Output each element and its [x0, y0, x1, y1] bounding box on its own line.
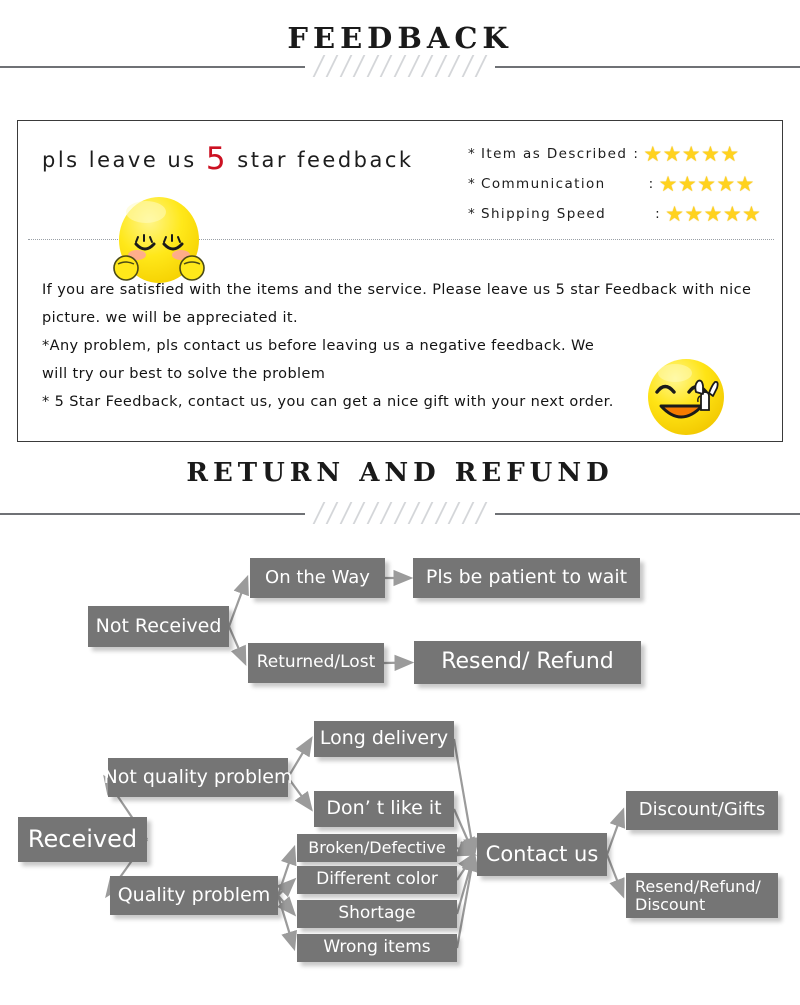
- star-icon: ★: [701, 142, 722, 166]
- divider-rule-right: [495, 66, 800, 68]
- divider-rule-right: [495, 513, 800, 515]
- divider-rule-left: [0, 513, 305, 515]
- rating-row: * Communication : ★ ★ ★ ★ ★: [468, 169, 778, 199]
- page-title-return-and-refund: RETURN AND REFUND: [186, 458, 614, 488]
- flow-edge-returned-lost-to-resend-refund: [383, 654, 415, 671]
- rating-stars: ★ ★ ★ ★ ★: [658, 172, 756, 196]
- star-icon: ★: [665, 202, 686, 226]
- flow-node-pls-be-patient[interactable]: Pls be patient to wait: [413, 558, 640, 598]
- flow-node-not-quality[interactable]: Not quality problem: [104, 758, 293, 797]
- star-icon: ★: [735, 172, 756, 196]
- star-icon: ★: [662, 142, 683, 166]
- rating-colon: :: [655, 206, 662, 222]
- flow-node-discount-gifts[interactable]: Discount/Gifts: [626, 791, 778, 830]
- divider-hatch-marks: [312, 54, 488, 78]
- flow-node-broken-defective[interactable]: Broken/Defective: [297, 834, 457, 862]
- shy-face-emoji: [113, 197, 205, 283]
- asterisk-icon: *: [468, 206, 477, 222]
- rating-label: Shipping Speed: [481, 206, 607, 222]
- rating-row: * Shipping Speed : ★ ★ ★ ★ ★: [468, 199, 778, 229]
- divider-rule-left: [0, 66, 305, 68]
- flow-node-on-the-way[interactable]: On the Way: [250, 558, 385, 598]
- headline-text-after: star feedback: [228, 148, 414, 172]
- rating-colon: :: [633, 146, 640, 162]
- flow-edge-not-received-to-returned-lost: [227, 626, 247, 667]
- flow-edge-long-delivery-to-contact-us: [452, 738, 480, 858]
- flow-node-wrong-items[interactable]: Wrong items: [297, 934, 457, 962]
- asterisk-icon: *: [468, 146, 477, 162]
- flow-node-received[interactable]: Received: [18, 817, 147, 862]
- star-icon: ★: [658, 172, 679, 196]
- flow-node-quality-problem[interactable]: Quality problem: [110, 876, 278, 915]
- flow-node-dont-like-it[interactable]: Don’ t like it: [314, 791, 454, 827]
- flow-node-resend-refund[interactable]: Resend/ Refund: [414, 641, 641, 684]
- rating-label: Communication: [481, 176, 606, 192]
- divider-hatch-marks: [312, 501, 488, 525]
- peace-sign-smiley-emoji: [648, 359, 724, 435]
- flow-node-not-received[interactable]: Not Received: [88, 606, 229, 647]
- headline-text-before: pls leave us: [42, 148, 206, 172]
- divider-feedback: [0, 53, 800, 79]
- star-icon: ★: [742, 202, 763, 226]
- headline-star-count: 5: [205, 141, 229, 177]
- feedback-headline: pls leave us 5 star feedback: [42, 141, 414, 177]
- star-icon: ★: [684, 202, 705, 226]
- rating-row: * Item as Described : ★ ★ ★ ★ ★: [468, 139, 778, 169]
- flow-edge-not-received-to-on-the-way: [227, 574, 249, 627]
- star-icon: ★: [643, 142, 664, 166]
- flow-edge-contact-us-to-resend-refund-discount: [605, 854, 625, 899]
- star-icon: ★: [681, 142, 703, 166]
- rating-stars: ★ ★ ★ ★ ★: [665, 202, 763, 226]
- feedback-copy-line: picture. we will be appreciated it.: [42, 310, 299, 326]
- star-icon: ★: [703, 202, 724, 226]
- star-icon: ★: [720, 142, 741, 166]
- rating-stars: ★ ★ ★ ★ ★: [643, 142, 741, 166]
- star-icon: ★: [716, 172, 737, 196]
- flow-edge-contact-us-to-discount-gifts: [605, 807, 626, 855]
- flow-node-contact-us[interactable]: Contact us: [477, 833, 607, 876]
- rating-list: * Item as Described : ★ ★ ★ ★ ★ * Communicat…: [468, 139, 778, 229]
- page-title-feedback: FEEDBACK: [287, 21, 513, 55]
- flow-node-long-delivery[interactable]: Long delivery: [314, 721, 454, 757]
- flow-node-different-color[interactable]: Different color: [297, 866, 457, 894]
- rating-label: Item as Described: [481, 146, 628, 162]
- flow-node-returned-lost[interactable]: Returned/Lost: [248, 643, 384, 683]
- return-refund-flowchart: Not Received On the Way Pls be patient to …: [0, 540, 800, 1005]
- flow-node-resend-refund-discount[interactable]: Resend/Refund/ Discount: [626, 873, 778, 918]
- divider-return: [0, 500, 800, 526]
- star-icon: ★: [697, 172, 718, 196]
- star-icon: ★: [677, 172, 699, 196]
- flow-node-shortage[interactable]: Shortage: [297, 900, 457, 928]
- asterisk-icon: *: [468, 176, 477, 192]
- rating-colon: :: [648, 176, 655, 192]
- star-icon: ★: [722, 202, 744, 226]
